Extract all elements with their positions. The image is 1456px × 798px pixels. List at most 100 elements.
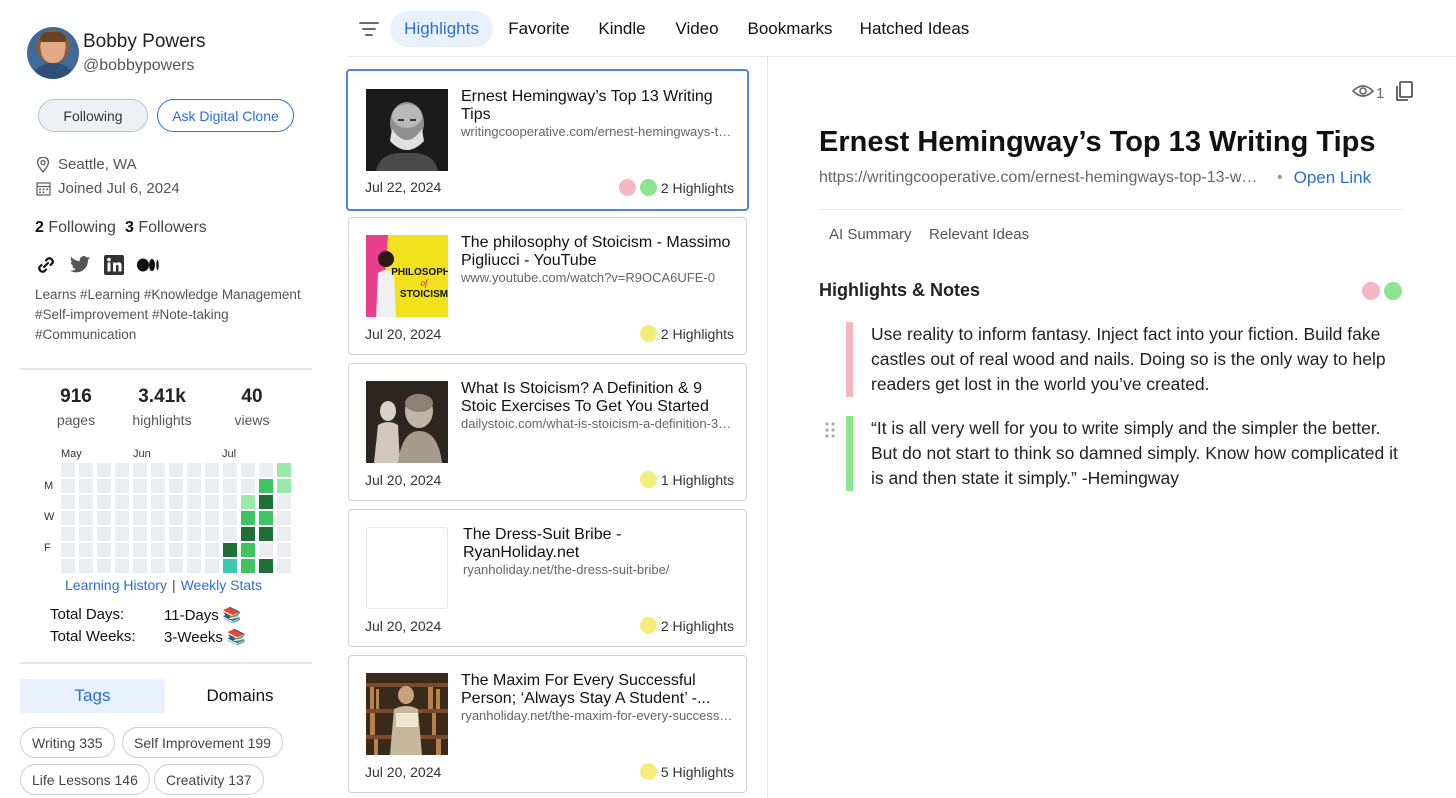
- heatmap-cell[interactable]: [151, 463, 165, 477]
- ask-digital-clone-button[interactable]: Ask Digital Clone: [157, 99, 294, 132]
- heatmap-cell[interactable]: [133, 511, 147, 525]
- heatmap-cell[interactable]: [205, 495, 219, 509]
- heatmap-cell[interactable]: [97, 527, 111, 541]
- heatmap-cell[interactable]: [205, 559, 219, 573]
- heatmap-cell[interactable]: [223, 559, 237, 573]
- heatmap-cell[interactable]: [187, 479, 201, 493]
- weekly-stats-link[interactable]: Weekly Stats: [181, 577, 262, 593]
- tab-hatched-ideas[interactable]: Hatched Ideas: [857, 11, 972, 47]
- heatmap-cell[interactable]: [277, 511, 291, 525]
- heatmap-cell[interactable]: [259, 479, 273, 493]
- heatmap-cell[interactable]: [79, 543, 93, 557]
- heatmap-cell[interactable]: [79, 511, 93, 525]
- heatmap-cell[interactable]: [61, 463, 75, 477]
- list-item[interactable]: What Is Stoicism? A Definition & 9 Stoic…: [348, 363, 747, 501]
- heatmap-cell[interactable]: [115, 495, 129, 509]
- tab-bookmarks[interactable]: Bookmarks: [743, 11, 837, 47]
- filter-icon[interactable]: [358, 18, 380, 40]
- heatmap-cell[interactable]: [241, 495, 255, 509]
- heatmap-cell[interactable]: [241, 463, 255, 477]
- heatmap-cell[interactable]: [241, 527, 255, 541]
- activity-heatmap[interactable]: [61, 463, 291, 573]
- green-filter-dot[interactable]: [1384, 282, 1402, 300]
- open-link[interactable]: Open Link: [1294, 168, 1372, 188]
- tab-favorite[interactable]: Favorite: [503, 11, 575, 47]
- heatmap-cell[interactable]: [259, 527, 273, 541]
- heatmap-cell[interactable]: [151, 559, 165, 573]
- list-item[interactable]: Ernest Hemingway’s Top 13 Writing Tips w…: [346, 69, 749, 211]
- heatmap-cell[interactable]: [133, 543, 147, 557]
- heatmap-cell[interactable]: [259, 495, 273, 509]
- heatmap-cell[interactable]: [169, 559, 183, 573]
- tab-domains[interactable]: Domains: [165, 679, 315, 713]
- heatmap-cell[interactable]: [133, 559, 147, 573]
- tab-video[interactable]: Video: [670, 11, 724, 47]
- linkedin-icon[interactable]: [103, 254, 125, 276]
- heatmap-cell[interactable]: [115, 463, 129, 477]
- tab-tags[interactable]: Tags: [20, 679, 165, 713]
- heatmap-cell[interactable]: [97, 511, 111, 525]
- heatmap-cell[interactable]: [223, 543, 237, 557]
- heatmap-cell[interactable]: [97, 463, 111, 477]
- heatmap-cell[interactable]: [205, 463, 219, 477]
- list-item[interactable]: The Dress-Suit Bribe - RyanHoliday.net r…: [348, 509, 747, 647]
- heatmap-cell[interactable]: [61, 479, 75, 493]
- heatmap-cell[interactable]: [61, 559, 75, 573]
- heatmap-cell[interactable]: [277, 495, 291, 509]
- heatmap-cell[interactable]: [61, 495, 75, 509]
- heatmap-cell[interactable]: [61, 511, 75, 525]
- heatmap-cell[interactable]: [169, 479, 183, 493]
- heatmap-cell[interactable]: [115, 479, 129, 493]
- heatmap-cell[interactable]: [259, 559, 273, 573]
- heatmap-cell[interactable]: [277, 479, 291, 493]
- following-button[interactable]: Following: [38, 99, 148, 132]
- heatmap-cell[interactable]: [97, 559, 111, 573]
- heatmap-cell[interactable]: [205, 527, 219, 541]
- heatmap-cell[interactable]: [205, 543, 219, 557]
- learning-history-link[interactable]: Learning History: [65, 577, 167, 593]
- heatmap-cell[interactable]: [79, 463, 93, 477]
- tag-chip[interactable]: Life Lessons 146: [20, 764, 150, 795]
- highlight-note[interactable]: “It is all very well for you to write si…: [846, 416, 1406, 491]
- heatmap-cell[interactable]: [277, 527, 291, 541]
- heatmap-cell[interactable]: [277, 559, 291, 573]
- tab-highlights[interactable]: Highlights: [390, 11, 493, 47]
- heatmap-cell[interactable]: [61, 527, 75, 541]
- heatmap-cell[interactable]: [259, 511, 273, 525]
- heatmap-cell[interactable]: [79, 495, 93, 509]
- heatmap-cell[interactable]: [241, 511, 255, 525]
- tag-chip[interactable]: Creativity 137: [154, 764, 264, 795]
- heatmap-cell[interactable]: [205, 511, 219, 525]
- pink-filter-dot[interactable]: [1362, 282, 1380, 300]
- tag-chip[interactable]: Writing 335: [20, 727, 115, 758]
- heatmap-cell[interactable]: [241, 543, 255, 557]
- heatmap-cell[interactable]: [223, 511, 237, 525]
- avatar[interactable]: [27, 27, 79, 79]
- heatmap-cell[interactable]: [223, 495, 237, 509]
- heatmap-cell[interactable]: [277, 463, 291, 477]
- heatmap-cell[interactable]: [223, 463, 237, 477]
- heatmap-cell[interactable]: [151, 511, 165, 525]
- list-item[interactable]: PHILOSOPHY of STOICISM The philosophy of…: [348, 217, 747, 355]
- heatmap-cell[interactable]: [187, 543, 201, 557]
- heatmap-cell[interactable]: [259, 543, 273, 557]
- tab-ai-summary[interactable]: AI Summary: [829, 226, 912, 243]
- copy-icon[interactable]: [1394, 80, 1414, 106]
- heatmap-cell[interactable]: [241, 559, 255, 573]
- heatmap-cell[interactable]: [241, 479, 255, 493]
- heatmap-cell[interactable]: [187, 495, 201, 509]
- heatmap-cell[interactable]: [115, 543, 129, 557]
- heatmap-cell[interactable]: [151, 495, 165, 509]
- heatmap-cell[interactable]: [151, 479, 165, 493]
- twitter-icon[interactable]: [69, 254, 91, 276]
- heatmap-cell[interactable]: [259, 463, 273, 477]
- heatmap-cell[interactable]: [187, 527, 201, 541]
- heatmap-cell[interactable]: [169, 463, 183, 477]
- heatmap-cell[interactable]: [187, 559, 201, 573]
- heatmap-cell[interactable]: [115, 559, 129, 573]
- heatmap-cell[interactable]: [115, 511, 129, 525]
- heatmap-cell[interactable]: [187, 511, 201, 525]
- heatmap-cell[interactable]: [79, 527, 93, 541]
- heatmap-cell[interactable]: [169, 527, 183, 541]
- tab-relevant-ideas[interactable]: Relevant Ideas: [929, 226, 1029, 243]
